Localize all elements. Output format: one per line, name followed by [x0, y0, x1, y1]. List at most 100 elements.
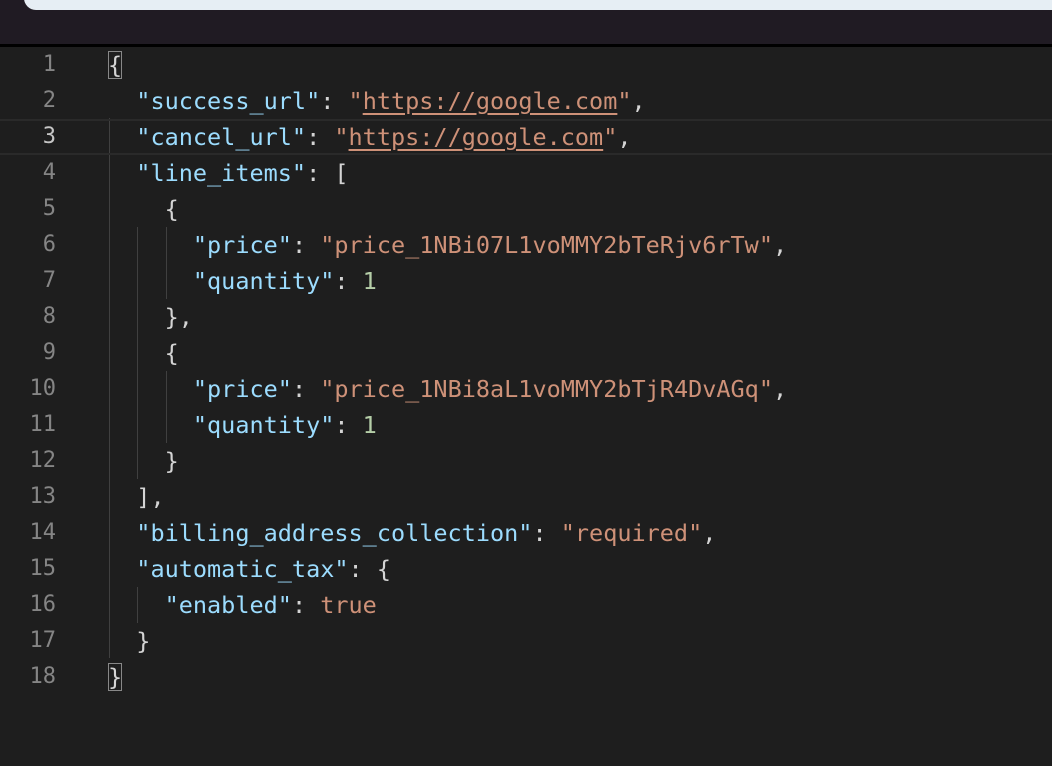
line-number: 13 — [29, 484, 57, 509]
line-number: 4 — [42, 160, 56, 185]
code-line[interactable]: 18} — [0, 659, 1052, 695]
json-key: "cancel_url" — [136, 123, 307, 151]
line-number: 5 — [42, 196, 56, 221]
window-top-bar — [0, 0, 1052, 44]
code-line[interactable]: 6 "price": "price_1NBi07L1voMMY2bTeRjv6r… — [0, 227, 1052, 263]
json-key: "billing_address_collection" — [136, 519, 533, 547]
code-editor[interactable]: 1{2 "success_url": "https://google.com",… — [0, 47, 1052, 766]
json-string[interactable]: https://google.com — [349, 123, 604, 151]
json-punctuation: : [ — [306, 159, 349, 187]
json-string: " — [617, 87, 632, 115]
code-line[interactable]: 7 "quantity": 1 — [0, 263, 1052, 299]
code-line[interactable]: 2 "success_url": "https://google.com", — [0, 83, 1052, 119]
json-punctuation: : — [334, 411, 363, 439]
json-punctuation: { — [164, 339, 179, 367]
json-number: 1 — [362, 411, 377, 439]
json-key: "enabled" — [164, 591, 292, 619]
code-text: "success_url": "https://google.com", — [108, 83, 645, 119]
line-number: 16 — [29, 592, 57, 617]
code-line[interactable]: 15 "automatic_tax": { — [0, 551, 1052, 587]
line-number: 14 — [29, 520, 57, 545]
line-number: 10 — [29, 376, 57, 401]
code-line[interactable]: 9 { — [0, 335, 1052, 371]
json-punctuation: : — [320, 87, 349, 115]
code-line[interactable]: 8 }, — [0, 299, 1052, 335]
code-line[interactable]: 4 "line_items": [ — [0, 155, 1052, 191]
json-punctuation: : — [291, 375, 321, 403]
code-text: { — [108, 47, 123, 83]
code-line[interactable]: 10 "price": "price_1NBi8aL1voMMY2bTjR4Dv… — [0, 371, 1052, 407]
json-punctuation: : — [306, 123, 335, 151]
json-punctuation: { — [108, 51, 123, 79]
code-text: "cancel_url": "https://google.com", — [108, 119, 632, 155]
line-number: 17 — [29, 628, 57, 653]
code-text: } — [108, 623, 150, 659]
json-punctuation: ], — [136, 483, 165, 511]
code-text: { — [108, 191, 179, 227]
code-line[interactable]: 16 "enabled": true — [0, 587, 1052, 623]
json-string: "price_1NBi07L1voMMY2bTeRjv6rTw" — [320, 231, 773, 259]
json-string: true — [320, 591, 377, 619]
json-punctuation: : — [291, 591, 321, 619]
json-key: "automatic_tax" — [136, 555, 349, 583]
code-text: }, — [108, 299, 193, 335]
json-string: " — [603, 123, 618, 151]
line-number: 18 — [29, 664, 57, 689]
code-line[interactable]: 3 "cancel_url": "https://google.com", — [0, 119, 1052, 155]
json-punctuation: : { — [348, 555, 391, 583]
top-input-field[interactable] — [24, 0, 1052, 10]
json-key: "success_url" — [136, 87, 321, 115]
code-text: "price": "price_1NBi8aL1voMMY2bTjR4DvAGq… — [108, 371, 787, 407]
json-key: "quantity" — [192, 267, 335, 295]
json-number: 1 — [362, 267, 377, 295]
json-punctuation: : — [532, 519, 561, 547]
json-punctuation: { — [164, 195, 179, 223]
json-string: "price_1NBi8aL1voMMY2bTjR4DvAGq" — [320, 375, 773, 403]
code-line[interactable]: 11 "quantity": 1 — [0, 407, 1052, 443]
json-key: "line_items" — [136, 159, 307, 187]
json-key: "price" — [192, 231, 292, 259]
json-key: "quantity" — [192, 411, 335, 439]
json-string[interactable]: https://google.com — [363, 87, 618, 115]
json-string: "required" — [560, 519, 703, 547]
code-text: } — [108, 659, 123, 695]
json-punctuation: , — [772, 375, 788, 403]
json-punctuation: : — [291, 231, 321, 259]
code-text: "enabled": true — [108, 587, 377, 623]
json-punctuation: , — [772, 231, 788, 259]
code-text: "automatic_tax": { — [108, 551, 391, 587]
line-number: 11 — [29, 412, 57, 437]
code-text: { — [108, 335, 179, 371]
json-punctuation: } — [136, 627, 151, 655]
json-punctuation: } — [108, 663, 123, 691]
line-number: 15 — [29, 556, 57, 581]
code-line[interactable]: 5 { — [0, 191, 1052, 227]
code-line[interactable]: 13 ], — [0, 479, 1052, 515]
json-string: " — [348, 87, 363, 115]
code-line[interactable]: 14 "billing_address_collection": "requir… — [0, 515, 1052, 551]
line-number: 12 — [29, 448, 57, 473]
line-number: 1 — [42, 52, 56, 77]
line-number: 9 — [42, 340, 56, 365]
code-line[interactable]: 1{ — [0, 47, 1052, 83]
json-punctuation: } — [164, 447, 179, 475]
json-punctuation: : — [334, 267, 363, 295]
json-punctuation: , — [617, 123, 632, 151]
code-text: ], — [108, 479, 165, 515]
code-line[interactable]: 17 } — [0, 623, 1052, 659]
code-line[interactable]: 12 } — [0, 443, 1052, 479]
